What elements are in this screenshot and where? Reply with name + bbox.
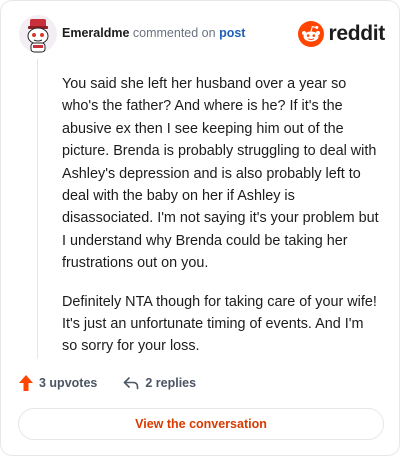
avatar[interactable] — [19, 15, 57, 53]
replies-button[interactable]: 2 replies — [123, 376, 196, 390]
reply-icon — [124, 377, 139, 390]
post-link[interactable]: post — [219, 26, 245, 40]
comment-card: Emeraldme commented on post reddit You s… — [0, 0, 400, 456]
comment-header: Emeraldme commented on post reddit — [19, 15, 385, 55]
reddit-logo-icon — [298, 21, 325, 47]
reddit-brand[interactable]: reddit — [298, 20, 385, 48]
upvote-count: 3 upvotes — [39, 376, 98, 390]
thread-line — [37, 59, 38, 359]
upvote-arrow-icon — [19, 375, 33, 391]
commented-on-text: commented on — [132, 26, 216, 40]
comment-actions: 3 upvotes 2 replies — [19, 373, 222, 393]
username-link[interactable]: Emeraldme — [62, 26, 129, 40]
comment-meta: Emeraldme commented on post — [62, 26, 245, 40]
comment-body: You said she left her husband over a yea… — [62, 73, 380, 374]
view-conversation-button[interactable]: View the conversation — [18, 408, 384, 440]
upvote-button[interactable]: 3 upvotes — [19, 375, 97, 391]
snoo-avatar-icon — [19, 15, 57, 53]
reddit-wordmark: reddit — [328, 22, 385, 45]
replies-count: 2 replies — [145, 376, 197, 390]
comment-paragraph: Definitely NTA though for taking care of… — [62, 293, 377, 355]
comment-paragraph: You said she left her husband over a yea… — [62, 76, 379, 272]
